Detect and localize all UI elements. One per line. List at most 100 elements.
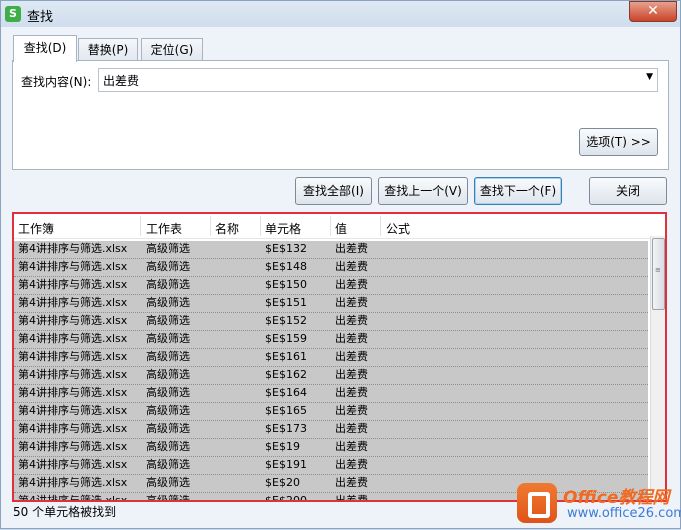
cell-address: $E$162 [265, 368, 307, 381]
find-next-button[interactable]: 查找下一个(F) [474, 177, 562, 205]
cell-address: $E$150 [265, 278, 307, 291]
column-header-formula[interactable]: 公式 [386, 220, 410, 237]
column-header-value[interactable]: 值 [335, 220, 347, 237]
find-panel: 查找内容(N): 出差费 ▼ 选项(T) >> [12, 60, 669, 170]
close-window-button[interactable]: ✕ [629, 1, 677, 22]
wps-app-icon: S [5, 6, 21, 22]
scrollbar-thumb[interactable]: ≡ [652, 238, 665, 310]
result-row[interactable]: 第4讲排序与筛选.xlsx 高级筛选 $E$152 出差费 [14, 313, 648, 331]
cell-value: 出差费 [335, 386, 368, 399]
options-button[interactable]: 选项(T) >> [579, 128, 658, 156]
result-row[interactable]: 第4讲排序与筛选.xlsx 高级筛选 $E$148 出差费 [14, 259, 648, 277]
cell-address: $E$164 [265, 386, 307, 399]
vertical-scrollbar[interactable]: ≡ [650, 236, 665, 498]
cell-address: $E$191 [265, 458, 307, 471]
cell-workbook: 第4讲排序与筛选.xlsx [18, 440, 128, 453]
find-dialog: S 查找 ✕ 查找(D) 替换(P) 定位(G) 查找内容(N): 出差费 ▼ … [0, 0, 681, 529]
cell-value: 出差费 [335, 332, 368, 345]
cell-value: 出差费 [335, 440, 368, 453]
cell-address: $E$19 [265, 440, 300, 453]
column-divider[interactable] [380, 216, 381, 236]
results-header: 工作簿 工作表 名称 单元格 值 公式 [14, 214, 650, 239]
find-what-value: 出差费 [103, 74, 140, 88]
cell-sheet: 高级筛选 [146, 350, 190, 363]
cell-value: 出差费 [335, 368, 368, 381]
find-what-combobox[interactable]: 出差费 ▼ [98, 68, 658, 92]
result-row[interactable]: 第4讲排序与筛选.xlsx 高级筛选 $E$173 出差费 [14, 421, 648, 439]
watermark-url: www.office26.com [567, 506, 681, 521]
dropdown-arrow-icon[interactable]: ▼ [646, 72, 653, 82]
cell-address: $E$152 [265, 314, 307, 327]
column-divider[interactable] [140, 216, 141, 236]
cell-address: $E$173 [265, 422, 307, 435]
find-what-label: 查找内容(N): [21, 75, 92, 89]
tab-find[interactable]: 查找(D) [13, 35, 77, 62]
cell-workbook: 第4讲排序与筛选.xlsx [18, 368, 128, 381]
dialog-title: 查找 [27, 10, 54, 25]
cell-value: 出差费 [335, 296, 368, 309]
cell-workbook: 第4讲排序与筛选.xlsx [18, 278, 128, 291]
cell-value: 出差费 [335, 422, 368, 435]
cell-address: $E$132 [265, 242, 307, 255]
cell-workbook: 第4讲排序与筛选.xlsx [18, 350, 128, 363]
column-header-name[interactable]: 名称 [215, 220, 239, 237]
find-previous-button[interactable]: 查找上一个(V) [378, 177, 468, 205]
cell-address: $E$200 [265, 494, 307, 502]
cell-address: $E$20 [265, 476, 300, 489]
cell-value: 出差费 [335, 494, 368, 502]
result-row[interactable]: 第4讲排序与筛选.xlsx 高级筛选 $E$191 出差费 [14, 457, 648, 475]
cell-address: $E$159 [265, 332, 307, 345]
office-logo-icon [517, 483, 557, 523]
cell-sheet: 高级筛选 [146, 476, 190, 489]
result-row[interactable]: 第4讲排序与筛选.xlsx 高级筛选 $E$151 出差费 [14, 295, 648, 313]
cell-value: 出差费 [335, 242, 368, 255]
close-button[interactable]: 关闭 [589, 177, 667, 205]
cell-workbook: 第4讲排序与筛选.xlsx [18, 242, 128, 255]
cell-sheet: 高级筛选 [146, 332, 190, 345]
cell-workbook: 第4讲排序与筛选.xlsx [18, 404, 128, 417]
result-row[interactable]: 第4讲排序与筛选.xlsx 高级筛选 $E$162 出差费 [14, 367, 648, 385]
cell-address: $E$161 [265, 350, 307, 363]
cell-sheet: 高级筛选 [146, 242, 190, 255]
cell-address: $E$148 [265, 260, 307, 273]
column-header-sheet[interactable]: 工作表 [146, 220, 182, 237]
cell-sheet: 高级筛选 [146, 494, 190, 502]
status-text: 50 个单元格被找到 [13, 505, 117, 519]
result-row[interactable]: 第4讲排序与筛选.xlsx 高级筛选 $E$150 出差费 [14, 277, 648, 295]
cell-workbook: 第4讲排序与筛选.xlsx [18, 260, 128, 273]
result-row[interactable]: 第4讲排序与筛选.xlsx 高级筛选 $E$165 出差费 [14, 403, 648, 421]
cell-address: $E$151 [265, 296, 307, 309]
cell-sheet: 高级筛选 [146, 260, 190, 273]
tab-goto[interactable]: 定位(G) [141, 38, 203, 61]
column-divider[interactable] [210, 216, 211, 236]
cell-workbook: 第4讲排序与筛选.xlsx [18, 314, 128, 327]
result-row[interactable]: 第4讲排序与筛选.xlsx 高级筛选 $E$164 出差费 [14, 385, 648, 403]
results-list[interactable]: 工作簿 工作表 名称 单元格 值 公式 第4讲排序与筛选.xlsx 高级筛选 $E$… [12, 212, 667, 502]
cell-workbook: 第4讲排序与筛选.xlsx [18, 332, 128, 345]
cell-sheet: 高级筛选 [146, 386, 190, 399]
grip-icon: ≡ [655, 266, 661, 274]
column-divider[interactable] [330, 216, 331, 236]
results-rows: 第4讲排序与筛选.xlsx 高级筛选 $E$132 出差费 第4讲排序与筛选.xlsx 高… [14, 241, 648, 502]
cell-workbook: 第4讲排序与筛选.xlsx [18, 494, 128, 502]
cell-value: 出差费 [335, 458, 368, 471]
cell-sheet: 高级筛选 [146, 422, 190, 435]
find-all-button[interactable]: 查找全部(I) [295, 177, 372, 205]
column-header-workbook[interactable]: 工作簿 [18, 220, 54, 237]
cell-sheet: 高级筛选 [146, 458, 190, 471]
cell-sheet: 高级筛选 [146, 368, 190, 381]
cell-workbook: 第4讲排序与筛选.xlsx [18, 296, 128, 309]
cell-value: 出差费 [335, 260, 368, 273]
title-bar: S 查找 ✕ [1, 1, 680, 27]
result-row[interactable]: 第4讲排序与筛选.xlsx 高级筛选 $E$132 出差费 [14, 241, 648, 259]
column-header-cell[interactable]: 单元格 [265, 220, 301, 237]
result-row[interactable]: 第4讲排序与筛选.xlsx 高级筛选 $E$19 出差费 [14, 439, 648, 457]
tab-replace[interactable]: 替换(P) [78, 38, 138, 61]
result-row[interactable]: 第4讲排序与筛选.xlsx 高级筛选 $E$159 出差费 [14, 331, 648, 349]
result-row[interactable]: 第4讲排序与筛选.xlsx 高级筛选 $E$161 出差费 [14, 349, 648, 367]
cell-value: 出差费 [335, 404, 368, 417]
watermark-brand: Office教程网 [563, 488, 670, 508]
cell-sheet: 高级筛选 [146, 296, 190, 309]
column-divider[interactable] [260, 216, 261, 236]
cell-value: 出差费 [335, 476, 368, 489]
